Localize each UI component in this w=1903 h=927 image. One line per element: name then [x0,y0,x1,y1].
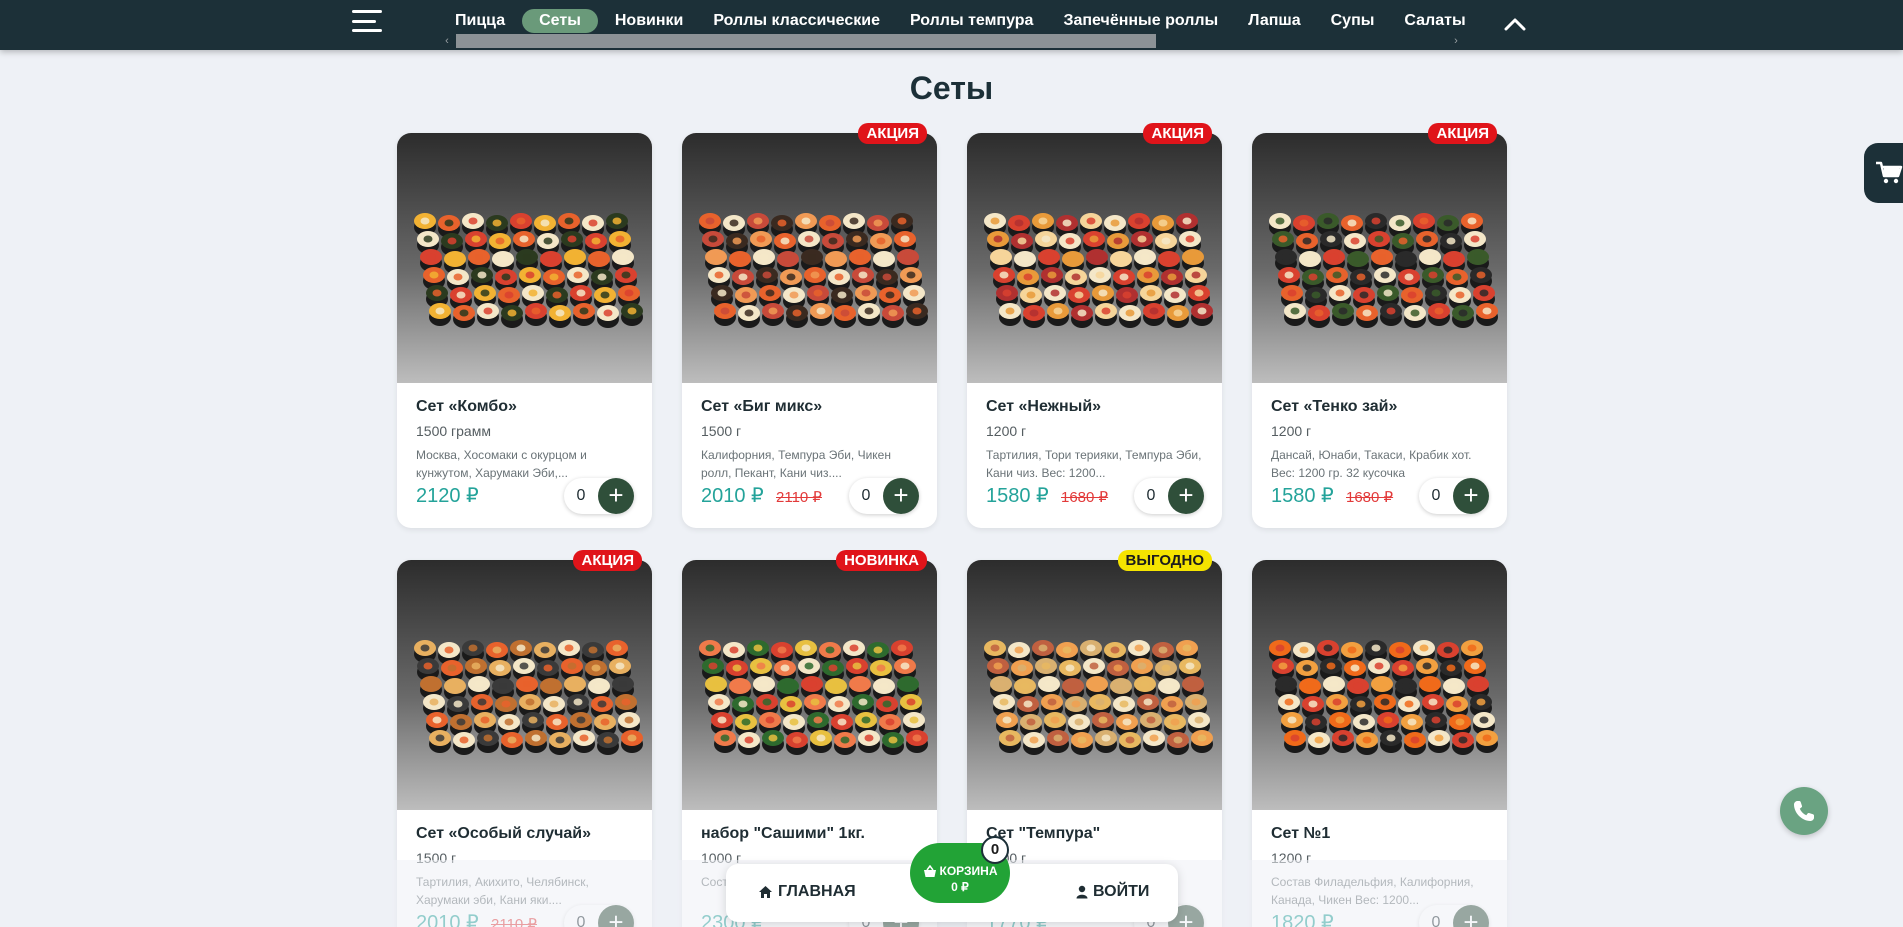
product-card[interactable]: АКЦИЯ Сет «Биг микс» 1500 г Калифорния, Тем… [682,123,937,528]
product-photo[interactable] [967,133,1222,383]
sushi-set-image [414,640,643,755]
sushi-set-image [699,213,928,328]
sushi-set-image [414,213,643,328]
sushi-set-image [984,640,1213,755]
cart-count-badge: 0 [981,836,1009,864]
product-name[interactable]: набор "Сашими" 1кг. [701,825,865,843]
phone-call-button[interactable] [1780,787,1828,835]
category-tabs: Пицца Сеты Новинки Роллы классические Ро… [440,9,1481,33]
quantity-value: 0 [576,487,586,504]
basket-icon [923,864,936,877]
product-name[interactable]: Сет «Нежный» [986,398,1101,416]
product-photo[interactable] [682,560,937,810]
tab-baked-rolls[interactable]: Запечённые роллы [1048,9,1233,33]
quantity-stepper[interactable]: 0+ [849,478,919,514]
scrollbar-thumb[interactable] [456,34,1156,48]
sushi-set-image [1269,213,1498,328]
product-description: Калифорния, Темпура Эби, Чикен ролл, Пек… [701,448,891,480]
product-name[interactable]: Сет «Комбо» [416,398,517,416]
cart-icon [1876,161,1903,184]
tab-tempura-rolls[interactable]: Роллы темпура [895,9,1048,33]
product-badge: АКЦИЯ [1143,123,1212,144]
quantity-value: 0 [1431,487,1441,504]
product-weight: 1500 грамм [416,423,491,439]
product-description: Тартилия, Тори терияки, Темпура Эби, Кан… [986,448,1202,480]
product-weight: 1200 г [1271,423,1312,439]
tab-sets[interactable]: Сеты [522,9,598,33]
product-photo[interactable] [682,133,937,383]
product-name[interactable]: Сет №1 [1271,825,1330,843]
quantity-stepper[interactable]: 0+ [1419,478,1489,514]
phone-icon [1794,801,1814,821]
quantity-value: 0 [1146,487,1156,504]
user-icon [1076,885,1088,899]
product-description: Москва, Хосомаки с окурцом и кунжутом, Х… [416,448,587,480]
product-card[interactable]: АКЦИЯ Сет «Тенко зай» 1200 г Дансай, Юнаби,… [1252,123,1507,528]
scroll-right-arrow[interactable]: › [1449,34,1463,48]
page-title: Сеты [909,70,994,106]
tab-noodles[interactable]: Лапша [1233,9,1315,33]
product-photo[interactable] [397,133,652,383]
product-photo[interactable] [1252,133,1507,383]
login-label: ВОЙТИ [1093,883,1150,900]
side-cart-button[interactable] [1864,143,1903,203]
product-photo[interactable] [397,560,652,810]
tab-classic-rolls[interactable]: Роллы классические [698,9,895,33]
plus-icon[interactable]: + [883,478,919,514]
plus-icon[interactable]: + [598,478,634,514]
product-badge: АКЦИЯ [573,550,642,571]
product-price: 2120 ₽ [416,485,479,507]
product-photo[interactable] [1252,560,1507,810]
product-price: 1580 ₽ [986,485,1049,507]
login-button[interactable]: ВОЙТИ [1076,883,1149,901]
hamburger-icon[interactable] [352,10,382,32]
quantity-stepper[interactable]: 0+ [564,478,634,514]
product-old-price: 2110 ₽ [776,489,822,506]
product-name[interactable]: Сет «Тенко зай» [1271,398,1397,416]
cart-sum: 0 ₽ [951,880,969,894]
chevron-up-icon[interactable] [1502,12,1528,34]
category-scrollbar[interactable]: ‹ › [440,34,1463,48]
product-name[interactable]: Сет «Биг микс» [701,398,822,416]
product-old-price: 1680 ₽ [1346,489,1394,506]
top-navigation: Пицца Сеты Новинки Роллы классические Ро… [0,0,1903,50]
product-badge: ВЫГОДНО [1117,550,1212,571]
sushi-set-image [984,213,1213,328]
product-description: Дансай, Юнаби, Такаси, Крабик хот. Вес: … [1271,448,1472,480]
product-weight: 1500 г [701,423,742,439]
home-button[interactable]: ГЛАВНАЯ [758,883,856,901]
product-badge: АКЦИЯ [858,123,927,144]
home-label: ГЛАВНАЯ [778,883,856,900]
product-price: 1580 ₽ [1271,485,1334,507]
product-card[interactable]: Сет «Комбо» 1500 грамм Москва, Хосомаки с … [397,133,652,528]
product-weight: 1200 г [986,423,1027,439]
cart-label: КОРЗИНА [939,864,998,878]
sushi-set-image [699,640,928,755]
scroll-left-arrow[interactable]: ‹ [440,34,454,48]
home-icon [759,886,772,898]
plus-icon[interactable]: + [1453,478,1489,514]
tab-soups[interactable]: Супы [1316,9,1390,33]
product-badge: НОВИНКА [836,550,927,571]
quantity-value: 0 [861,487,871,504]
product-price: 2010 ₽ [701,485,764,507]
product-name[interactable]: Сет «Особый случай» [416,825,591,843]
quantity-stepper[interactable]: 0+ [1134,478,1204,514]
tab-new[interactable]: Новинки [600,9,699,33]
product-photo[interactable] [967,560,1222,810]
tab-pizza[interactable]: Пицца [440,9,520,33]
tab-salads[interactable]: Салаты [1389,9,1480,33]
product-card[interactable]: АКЦИЯ Сет «Нежный» 1200 г Тартилия, Тори те… [967,123,1222,528]
product-old-price: 1680 ₽ [1061,489,1109,506]
sushi-set-image [1269,640,1498,755]
product-badge: АКЦИЯ [1428,123,1497,144]
plus-icon[interactable]: + [1168,478,1204,514]
